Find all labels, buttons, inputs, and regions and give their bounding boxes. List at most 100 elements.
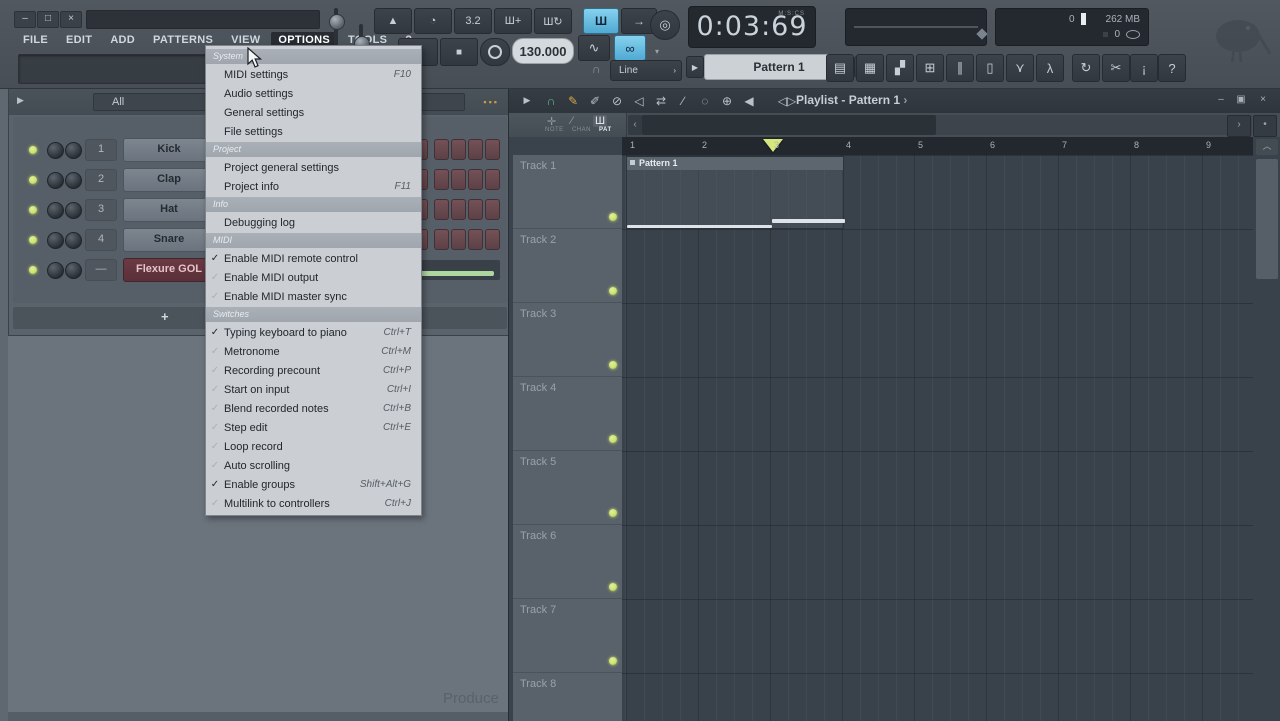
plugin-picker-button[interactable]: ▯ <box>976 54 1004 82</box>
step-cell[interactable] <box>485 139 500 160</box>
track-header-3[interactable]: Track 3 <box>513 303 622 377</box>
pattern-clip-header[interactable]: Pattern 1 <box>627 157 843 170</box>
playhead-marker[interactable] <box>763 139 783 152</box>
track-header-1[interactable]: Track 1 <box>513 155 622 229</box>
vertical-scrollbar[interactable]: ︿ <box>1253 137 1280 721</box>
channel-led[interactable] <box>29 206 37 214</box>
playlist-minimize-button[interactable]: – <box>1213 93 1229 107</box>
menu-item-recording-precount[interactable]: ✓Recording precountCtrl+P <box>206 361 421 380</box>
picker-tab-pat[interactable]: PAT <box>599 127 612 133</box>
track-led[interactable] <box>609 509 617 517</box>
menu-item-project-general-settings[interactable]: Project general settings <box>206 158 421 177</box>
menu-file[interactable]: FILE <box>16 32 55 50</box>
menu-add[interactable]: ADD <box>103 32 142 50</box>
channel-button[interactable]: Kick <box>123 138 215 162</box>
menu-item-blend-recorded-notes[interactable]: ✓Blend recorded notesCtrl+B <box>206 399 421 418</box>
speaker-icon[interactable]: ◁▷ <box>777 91 797 110</box>
slide-button[interactable]: ∿ <box>578 35 610 61</box>
volume-knob[interactable] <box>65 202 82 219</box>
link-button[interactable]: ∞ <box>614 35 646 61</box>
step-cell[interactable] <box>468 199 483 220</box>
playlist-maximize-button[interactable]: ▣ <box>1233 93 1249 107</box>
slide-tool-icon[interactable]: ∕ <box>571 115 573 127</box>
piano-icon[interactable]: Ш <box>593 115 607 127</box>
pattern-prev-button[interactable]: ▶ <box>686 56 704 78</box>
metronome-button[interactable]: ▲ <box>374 8 412 34</box>
step-cell[interactable] <box>434 229 449 250</box>
vertical-scroll-thumb[interactable] <box>1256 159 1278 279</box>
menu-item-start-on-input[interactable]: ✓Start on inputCtrl+I <box>206 380 421 399</box>
zoom-dot-button[interactable]: • <box>1253 115 1277 137</box>
touch-controller-button[interactable]: λ <box>1036 54 1064 82</box>
playlist-slice-button[interactable]: ∕ <box>673 91 693 110</box>
channel-button[interactable]: Clap <box>123 168 215 192</box>
channel-number[interactable]: 2 <box>85 169 117 191</box>
channel-led[interactable] <box>29 176 37 184</box>
channel-led[interactable] <box>29 236 37 244</box>
channel-led[interactable] <box>29 146 37 154</box>
playlist-select-button[interactable]: ◌ <box>695 91 715 110</box>
step-cell[interactable] <box>485 169 500 190</box>
menu-item-step-edit[interactable]: ✓Step editCtrl+E <box>206 418 421 437</box>
maximize-button[interactable]: □ <box>37 11 59 28</box>
help-button[interactable]: ? <box>1158 54 1186 82</box>
horizontal-scroll-thumb[interactable] <box>642 115 936 135</box>
track-led[interactable] <box>609 361 617 369</box>
playlist-magnet-button[interactable]: ∩ <box>541 91 561 110</box>
volume-knob[interactable] <box>65 172 82 189</box>
menu-item-enable-midi-master-sync[interactable]: ✓Enable MIDI master sync <box>206 287 421 306</box>
playlist-button[interactable]: ▤ <box>826 54 854 82</box>
refresh-button[interactable]: ↻ <box>1072 54 1100 82</box>
step-cell[interactable] <box>451 199 466 220</box>
scroll-right-button[interactable]: › <box>1227 115 1251 137</box>
picker-tab-note[interactable]: NOTE <box>545 127 564 133</box>
playlist-slip-button[interactable]: ⇄ <box>651 91 671 110</box>
volume-knob[interactable] <box>65 142 82 159</box>
plugin-button[interactable]: ⋎ <box>1006 54 1034 82</box>
channel-number[interactable]: 4 <box>85 229 117 251</box>
step-cell[interactable] <box>468 139 483 160</box>
step-cell[interactable] <box>468 229 483 250</box>
pedal-button[interactable]: ◎ <box>650 10 680 40</box>
pattern-clip[interactable]: Pattern 1 <box>626 156 844 229</box>
menu-item-typing-keyboard-to-piano[interactable]: ✓Typing keyboard to pianoCtrl+T <box>206 323 421 342</box>
scroll-up-button[interactable]: ︿ <box>1256 139 1278 155</box>
playlist-draw-button[interactable]: ✎ <box>563 91 583 110</box>
channel-number[interactable]: 1 <box>85 139 117 161</box>
playlist-paint-button[interactable]: ✐ <box>585 91 605 110</box>
menu-item-auto-scrolling[interactable]: ✓Auto scrolling <box>206 456 421 475</box>
record-button[interactable] <box>480 38 510 66</box>
playlist-grid[interactable]: Pattern 1 <box>622 155 1253 721</box>
step-grid-icon[interactable]: ▪▪▪ <box>483 97 499 107</box>
countdown-3-2-button[interactable]: 3.2 <box>454 8 492 34</box>
mixer-button[interactable]: ∥ <box>946 54 974 82</box>
minimize-button[interactable]: – <box>14 11 36 28</box>
rack-menu-icon[interactable]: ▶ <box>17 95 24 106</box>
volume-knob[interactable] <box>65 262 82 279</box>
menu-item-midi-settings[interactable]: MIDI settingsF10 <box>206 65 421 84</box>
scroll-left-button[interactable]: ‹ <box>628 115 642 135</box>
menu-item-project-info[interactable]: Project infoF11 <box>206 177 421 196</box>
pan-knob[interactable] <box>47 142 64 159</box>
pattern-mode-button[interactable]: Ш <box>583 8 619 34</box>
track-header-7[interactable]: Track 7 <box>513 599 622 673</box>
step-cell[interactable] <box>451 229 466 250</box>
playlist-zoom-button[interactable]: ⊕ <box>717 91 737 110</box>
menu-item-metronome[interactable]: ✓MetronomeCtrl+M <box>206 342 421 361</box>
pan-knob[interactable] <box>47 172 64 189</box>
menu-item-enable-midi-remote-control[interactable]: ✓Enable MIDI remote control <box>206 249 421 268</box>
playlist-preview-button[interactable]: ◀ <box>739 91 759 110</box>
track-led[interactable] <box>609 657 617 665</box>
menu-item-general-settings[interactable]: General settings <box>206 103 421 122</box>
playlist-delete-button[interactable]: ⊘ <box>607 91 627 110</box>
channel-number[interactable]: — <box>85 259 117 281</box>
menu-edit[interactable]: EDIT <box>59 32 99 50</box>
blend-recording-button[interactable]: Ш+ <box>494 8 532 34</box>
step-cell[interactable] <box>434 139 449 160</box>
track-led[interactable] <box>609 287 617 295</box>
master-volume-knob[interactable] <box>329 14 345 30</box>
track-header-5[interactable]: Track 5 <box>513 451 622 525</box>
track-header-4[interactable]: Track 4 <box>513 377 622 451</box>
track-header-6[interactable]: Track 6 <box>513 525 622 599</box>
step-cell[interactable] <box>485 199 500 220</box>
